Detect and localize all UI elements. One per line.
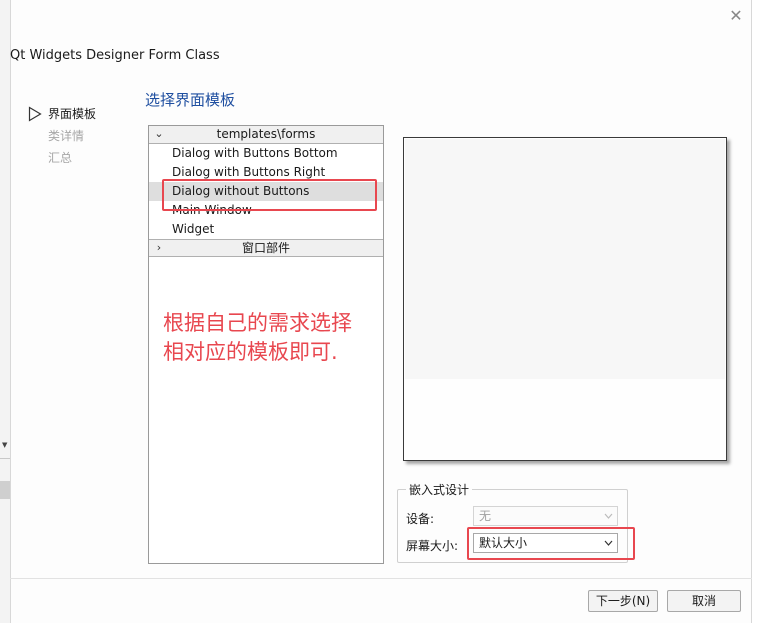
device-value: 无 [479, 509, 492, 523]
tree-item-dialog-without-buttons[interactable]: Dialog without Buttons [149, 182, 383, 201]
page-title: 选择界面模板 [145, 91, 236, 109]
step-label: 汇总 [48, 151, 73, 165]
screen-size-label: 屏幕大小: [406, 539, 459, 553]
category-templates-forms[interactable]: ⌄ templates\forms [149, 126, 383, 144]
preview-content [405, 139, 725, 379]
annotation-line: 相对应的模板即可. [163, 340, 338, 364]
tree-item-dialog-buttons-bottom[interactable]: Dialog with Buttons Bottom [149, 144, 383, 163]
close-icon[interactable]: ✕ [726, 6, 746, 26]
step-label: 类详情 [48, 129, 85, 143]
background-window-strip: ▼ [0, 0, 10, 623]
group-title: 嵌入式设计 [406, 481, 473, 498]
step-label: 界面模板 [48, 107, 97, 121]
tree-item-main-window[interactable]: Main Window [149, 201, 383, 220]
dropdown-arrow-icon: ▼ [2, 441, 8, 449]
tree-item-dialog-buttons-right[interactable]: Dialog with Buttons Right [149, 163, 383, 182]
step-summary: 汇总 [28, 149, 96, 171]
divider [0, 458, 10, 459]
category-label: templates\forms [216, 127, 316, 141]
next-button[interactable]: 下一步(N) [588, 590, 658, 612]
chevron-down-icon [604, 513, 613, 519]
screen-size-value: 默认大小 [479, 536, 528, 550]
wizard-steps: 界面模板 类详情 汇总 [28, 105, 96, 171]
annotation-line: 根据自己的需求选择 [163, 311, 352, 335]
step-template: 界面模板 [28, 105, 96, 127]
window-title: Qt Widgets Designer Form Class [10, 48, 220, 63]
footer-divider [10, 578, 752, 579]
category-label: 窗口部件 [241, 241, 290, 255]
device-select: 无 [473, 506, 618, 526]
triangle-right-outline-icon [28, 106, 42, 122]
template-preview [403, 137, 727, 461]
tree-item-widget[interactable]: Widget [149, 220, 383, 239]
annotation-text: 根据自己的需求选择 相对应的模板即可. [163, 309, 393, 367]
chevron-down-icon[interactable]: ⌄ [154, 126, 164, 142]
category-widgets[interactable]: › 窗口部件 [149, 239, 383, 257]
step-class-details: 类详情 [28, 127, 96, 149]
chevron-down-icon [604, 540, 613, 546]
chevron-right-icon[interactable]: › [154, 240, 164, 256]
device-label: 设备: [406, 512, 435, 526]
screen-size-select[interactable]: 默认大小 [473, 533, 618, 553]
background-panel [0, 481, 10, 499]
cancel-button[interactable]: 取消 [667, 590, 741, 612]
